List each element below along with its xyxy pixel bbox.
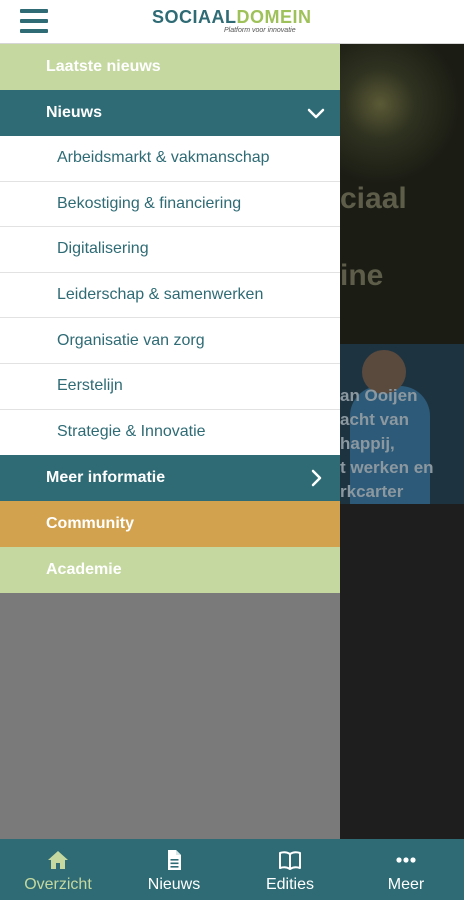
more-icon: [396, 857, 416, 863]
drawer-subitem-bekostiging[interactable]: Bekostiging & financiering: [0, 181, 340, 228]
background-card-text: an Ooijen acht van happij, t werken en r…: [340, 386, 434, 501]
drawer-subitem-label: Arbeidsmarkt & vakmanschap: [57, 149, 270, 167]
background-article-card: an Ooijen acht van happij, t werken en r…: [340, 344, 464, 506]
drawer-subitem-label: Organisatie van zorg: [57, 331, 205, 349]
nav-label: Meer: [387, 876, 425, 893]
drawer-item-latest-news[interactable]: Laatste nieuws: [0, 44, 340, 90]
drawer-subitem-strategie[interactable]: Strategie & Innovatie: [0, 409, 340, 456]
drawer-item-label: Nieuws: [46, 104, 103, 121]
navigation-drawer: Laatste nieuws Nieuws Arbeidsmarkt & vak…: [0, 44, 340, 594]
chevron-down-icon[interactable]: [306, 103, 326, 123]
chevron-right-icon[interactable]: [306, 468, 326, 488]
drawer-item-community[interactable]: Community: [0, 501, 340, 548]
drawer-subitem-label: Bekostiging & financiering: [57, 194, 242, 212]
drawer-subitem-digitalisering[interactable]: Digitalisering: [0, 227, 340, 273]
background-page-content: ciaal ine an Ooijen acht van happij, t w…: [340, 44, 464, 839]
drawer-item-label: Academie: [46, 561, 122, 579]
drawer-item-label: Laatste nieuws: [46, 58, 161, 75]
nav-label: Nieuws: [147, 876, 201, 893]
app-logo[interactable]: SOCIAALDOMEIN Platform voor innovatie: [152, 7, 322, 39]
logo-tagline: Platform voor innovatie: [224, 27, 296, 34]
drawer-scrim[interactable]: [0, 592, 340, 839]
bottom-navigation: Overzicht Nieuws Edities Meer: [0, 839, 464, 900]
nav-overzicht[interactable]: Overzicht: [0, 839, 116, 900]
nav-edities[interactable]: Edities: [232, 839, 348, 900]
logo-text-sociaal: SOCIAAL: [152, 7, 237, 27]
app-header: SOCIAALDOMEIN Platform voor innovatie: [0, 0, 464, 44]
nav-meer[interactable]: Meer: [348, 839, 464, 900]
nav-label: Overzicht: [24, 876, 92, 893]
drawer-subitem-eerstelijn[interactable]: Eerstelijn: [0, 363, 340, 410]
drawer-subitem-arbeidsmarkt[interactable]: Arbeidsmarkt & vakmanschap: [0, 136, 340, 182]
nav-nieuws[interactable]: Nieuws: [116, 839, 232, 900]
home-icon: [48, 851, 68, 869]
document-icon: [168, 850, 181, 870]
drawer-item-label: Community: [46, 515, 134, 533]
nav-label: Edities: [265, 876, 315, 893]
drawer-subitem-label: Digitalisering: [57, 240, 149, 258]
menu-icon[interactable]: [20, 9, 48, 35]
drawer-item-more-info[interactable]: Meer informatie: [0, 455, 340, 502]
drawer-subitem-label: Eerstelijn: [57, 377, 123, 395]
drawer-item-academy[interactable]: Academie: [0, 547, 340, 594]
background-hero-title-line2: ine: [340, 259, 384, 292]
drawer-item-label: Meer informatie: [46, 469, 166, 487]
drawer-subitem-organisatie[interactable]: Organisatie van zorg: [0, 318, 340, 364]
drawer-item-news[interactable]: Nieuws: [0, 90, 340, 136]
drawer-subitem-leiderschap[interactable]: Leiderschap & samenwerken: [0, 272, 340, 319]
logo-text-domein: DOMEIN: [236, 7, 312, 27]
drawer-subitem-label: Strategie & Innovatie: [57, 423, 206, 441]
book-icon: [279, 851, 301, 870]
background-hero-title-line1: ciaal: [340, 182, 407, 215]
drawer-subitem-label: Leiderschap & samenwerken: [57, 286, 264, 304]
background-lower-area: [340, 504, 464, 839]
